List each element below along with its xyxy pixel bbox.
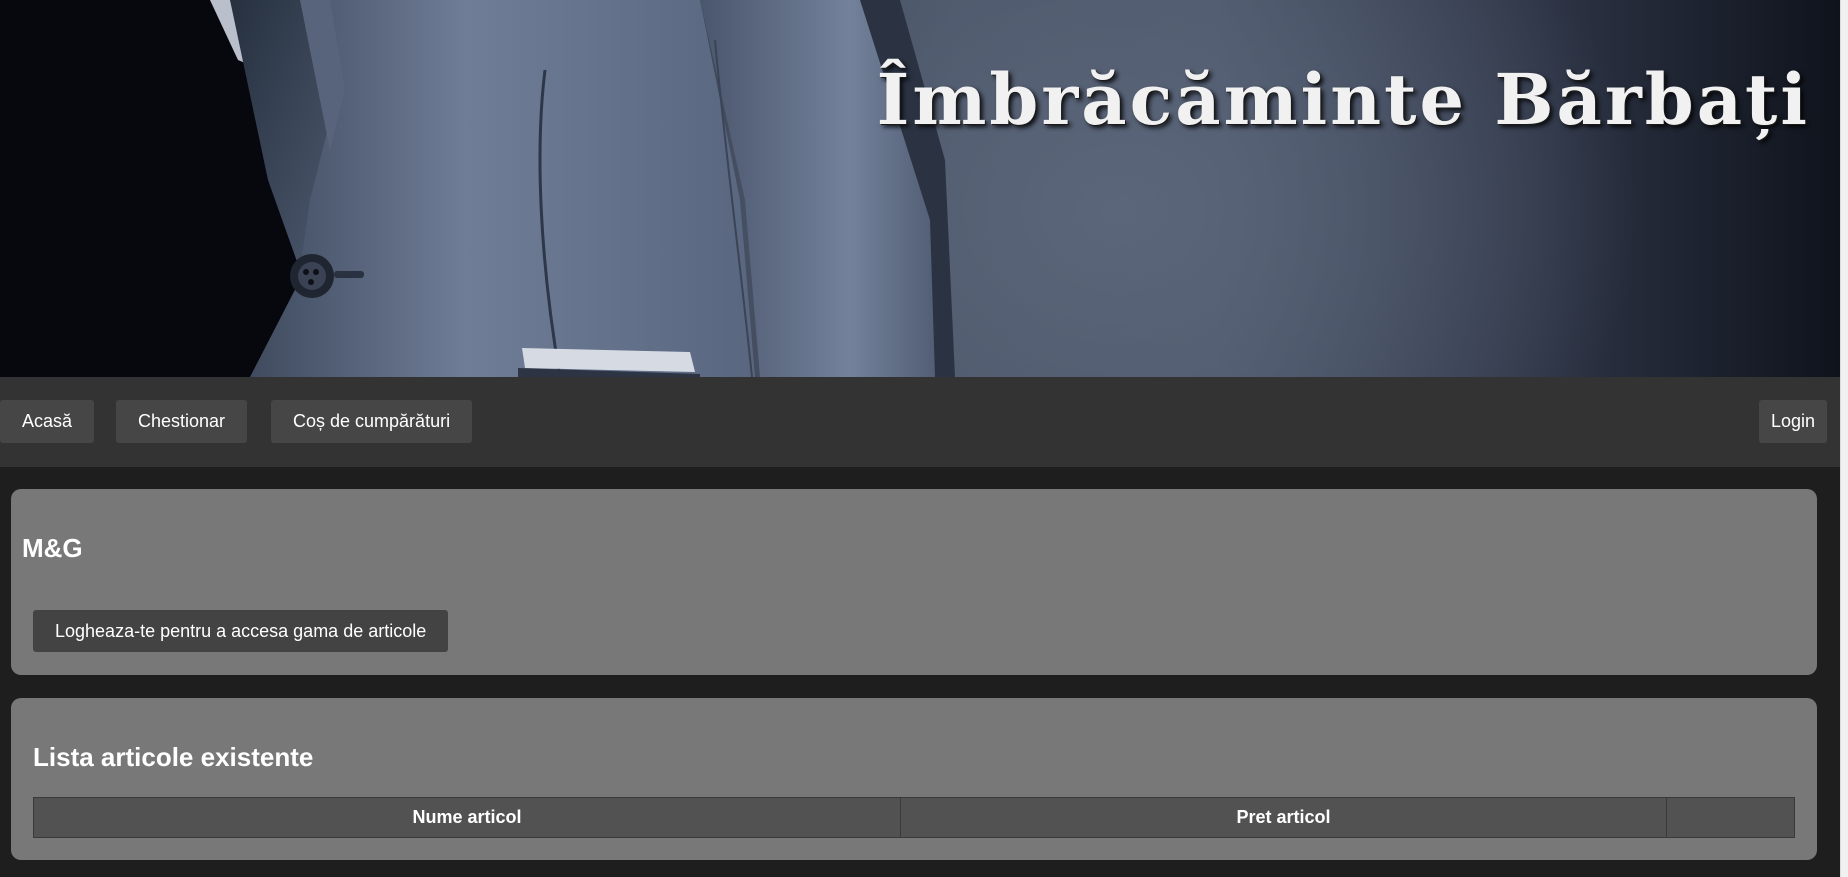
articles-table: Nume articol Pret articol <box>33 797 1795 838</box>
nav-shopping-cart-button[interactable]: Coș de cumpărături <box>271 400 473 443</box>
nav-home-button[interactable]: Acasă <box>0 400 95 443</box>
column-header-item-name: Nume articol <box>33 797 901 838</box>
login-to-access-button[interactable]: Logheaza-te pentru a accesa gama de arti… <box>33 610 449 652</box>
hero-title: Îmbrăcăminte Bărbați <box>876 58 1810 141</box>
nav-questionnaire-button[interactable]: Chestionar <box>116 400 248 443</box>
brand-name: M&G <box>22 533 83 563</box>
main-navbar: Acasă Chestionar Coș de cumpărături Logi… <box>0 377 1840 467</box>
column-header-item-price: Pret articol <box>900 797 1667 838</box>
suit-jacket-image <box>0 0 955 377</box>
articles-list-title: Lista articole existente <box>33 742 314 772</box>
column-header-actions <box>1666 797 1795 838</box>
page-scrollbar[interactable] <box>1840 0 1848 877</box>
articles-table-header-row: Nume articol Pret articol <box>33 797 1795 838</box>
hero-banner: Îmbrăcăminte Bărbați <box>0 0 1840 377</box>
login-button[interactable]: Login <box>1758 400 1827 443</box>
page: Îmbrăcăminte Bărbați Acasă Chestionar Co… <box>0 0 1840 877</box>
